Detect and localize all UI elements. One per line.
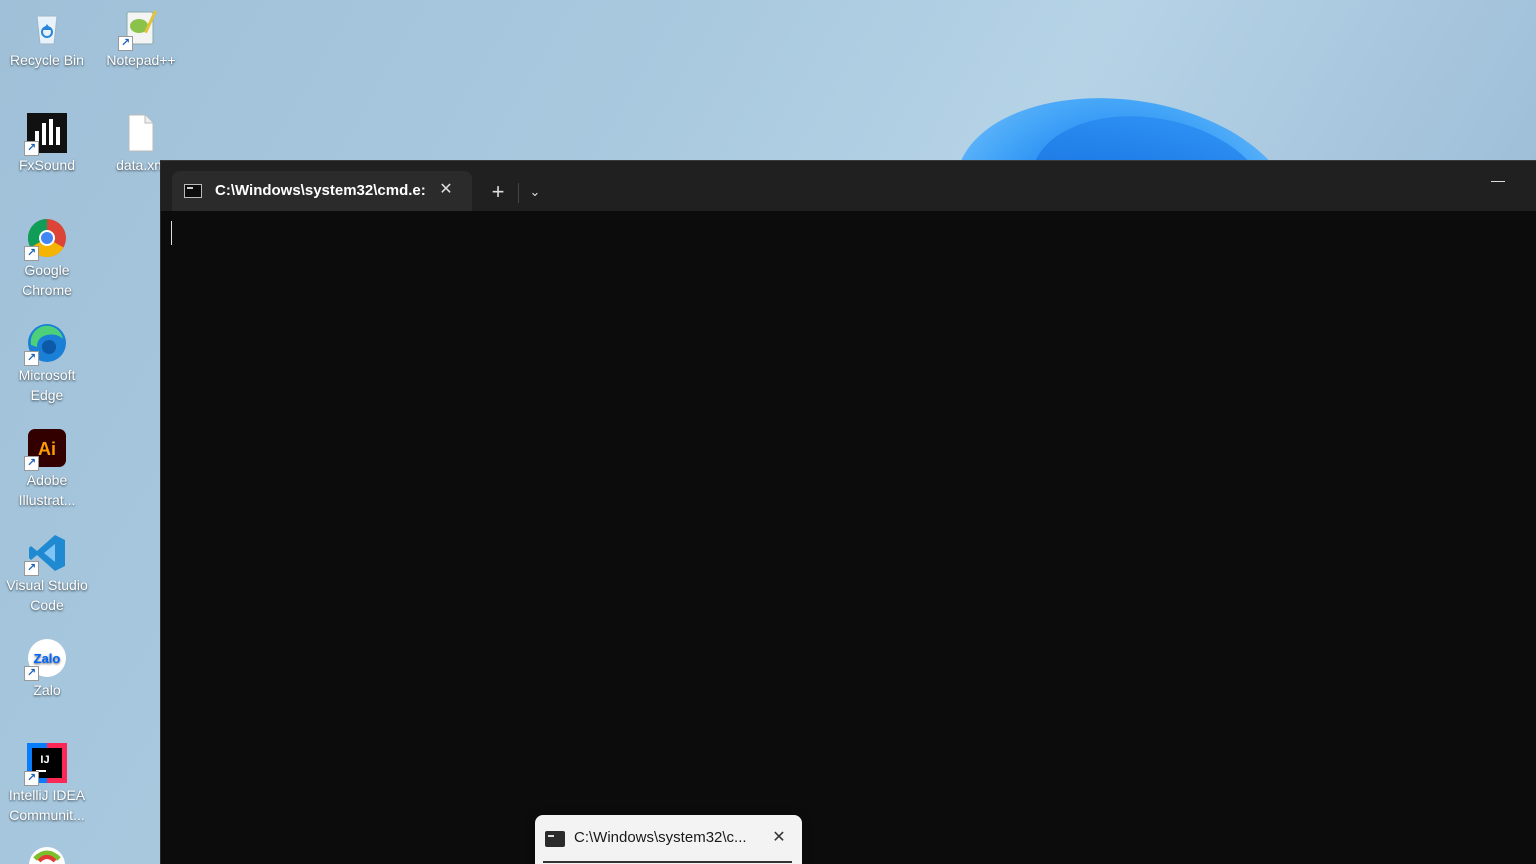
- chevron-down-icon[interactable]: ⌄: [523, 179, 547, 205]
- shortcut-arrow-icon: ↗: [24, 141, 39, 156]
- shortcut-arrow-icon: ↗: [24, 246, 39, 261]
- desktop-icon-vscode[interactable]: ↗ Visual Studio Code: [2, 533, 92, 615]
- desktop-icon-google-chrome[interactable]: ↗ Google Chrome: [2, 218, 92, 300]
- vscode-icon: ↗: [24, 533, 67, 576]
- shortcut-arrow-icon: ↗: [24, 666, 39, 681]
- desktop-icon-adobe-illustrator[interactable]: Ai ↗ Adobe Illustrat...: [2, 428, 92, 510]
- intellij-icon: IJ ↗: [24, 743, 67, 786]
- terminal-window[interactable]: C:\Windows\system32\cmd.e: ✕ + ⌄: [160, 160, 1536, 864]
- desktop-icon-intellij[interactable]: IJ ↗ IntelliJ IDEA Communit...: [2, 743, 92, 825]
- recycle-bin-icon: [27, 8, 67, 48]
- desktop-icon-label: Notepad++: [106, 52, 176, 68]
- close-icon[interactable]: ✕: [768, 827, 790, 849]
- terminal-tab[interactable]: C:\Windows\system32\cmd.e: ✕: [172, 171, 472, 211]
- app-icon: [27, 845, 67, 864]
- desktop-icon-zalo[interactable]: Zalo ↗ Zalo: [2, 638, 92, 700]
- desktop-icon-label: Recycle Bin: [10, 52, 84, 68]
- shortcut-arrow-icon: ↗: [24, 456, 39, 471]
- desktop-icon-label: Zalo: [33, 682, 61, 698]
- svg-text:Ai: Ai: [38, 439, 56, 459]
- zalo-icon: Zalo ↗: [24, 638, 67, 681]
- svg-text:IJ: IJ: [40, 754, 49, 766]
- desktop-icon-microsoft-edge[interactable]: ↗ Microsoft Edge: [2, 323, 92, 405]
- chrome-icon: ↗: [24, 218, 67, 261]
- fxsound-icon: ↗: [24, 113, 67, 156]
- desktop-icon-label: Google Chrome: [22, 262, 72, 298]
- desktop-icon-recycle-bin[interactable]: Recycle Bin: [2, 8, 92, 70]
- terminal-titlebar[interactable]: C:\Windows\system32\cmd.e: ✕ + ⌄: [161, 161, 1536, 211]
- desktop-icon-label: Visual Studio Code: [6, 577, 88, 613]
- shortcut-arrow-icon: ↗: [118, 36, 133, 51]
- shortcut-arrow-icon: ↗: [24, 561, 39, 576]
- illustrator-icon: Ai ↗: [24, 428, 67, 471]
- tab-title: C:\Windows\system32\cmd.e:: [215, 182, 425, 199]
- desktop-icon-partial[interactable]: [2, 845, 92, 864]
- shortcut-arrow-icon: ↗: [24, 771, 39, 786]
- svg-text:Zalo: Zalo: [34, 651, 61, 666]
- desktop-icon-label: Adobe Illustrat...: [18, 472, 76, 508]
- desktop-icon-notepadpp[interactable]: ↗ Notepad++: [96, 8, 186, 70]
- edge-icon: ↗: [24, 323, 67, 366]
- terminal-icon: [545, 831, 565, 847]
- text-cursor: [171, 221, 172, 245]
- taskbar-preview[interactable]: C:\Windows\system32\c... ✕: [535, 815, 802, 864]
- preview-thumbnail-edge: [543, 861, 792, 863]
- shortcut-arrow-icon: ↗: [24, 351, 39, 366]
- preview-title: C:\Windows\system32\c...: [574, 829, 747, 846]
- cmd-icon: [184, 184, 202, 198]
- close-tab-icon[interactable]: ✕: [435, 179, 457, 201]
- notepadpp-icon: ↗: [118, 8, 161, 51]
- new-tab-button[interactable]: +: [485, 179, 511, 205]
- file-icon: [121, 113, 161, 153]
- desktop-icon-label: FxSound: [18, 157, 76, 173]
- minimize-button[interactable]: [1491, 181, 1505, 182]
- titlebar-divider: [518, 183, 519, 203]
- desktop-icon-fxsound[interactable]: ↗ FxSound: [2, 113, 92, 175]
- desktop-icon-label: IntelliJ IDEA Communit...: [8, 787, 86, 823]
- desktop-icon-label: Microsoft Edge: [18, 367, 76, 403]
